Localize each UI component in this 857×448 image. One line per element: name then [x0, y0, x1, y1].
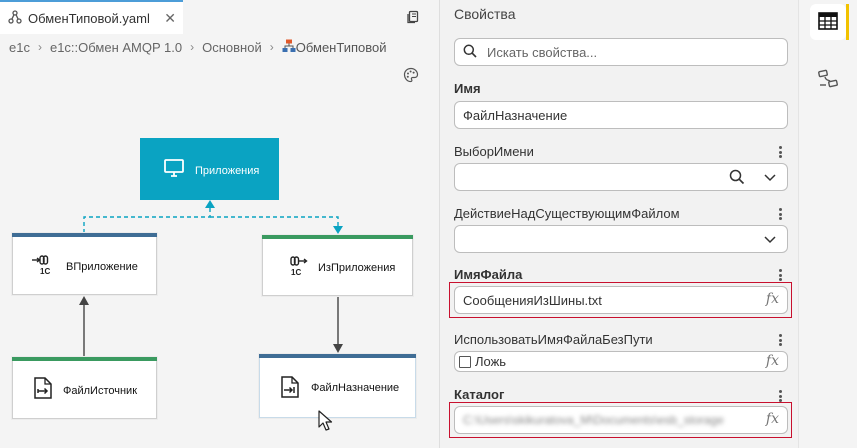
chevron-down-icon[interactable]	[763, 232, 777, 249]
kebab-menu-icon[interactable]	[773, 268, 787, 282]
structure-icon	[817, 68, 839, 93]
1c-inbound-icon: 1С	[31, 254, 53, 279]
cursor-icon	[318, 410, 333, 431]
search-icon[interactable]	[729, 169, 745, 188]
edge-src-to-vpril	[79, 296, 89, 357]
usename-value: Ложь	[475, 354, 507, 369]
filename-field[interactable]: СообщенияИзШины.txt fx	[454, 286, 788, 314]
node-fajlistochnik[interactable]: ФайлИсточник	[12, 357, 157, 419]
usename-field[interactable]: Ложь fx	[454, 351, 788, 372]
monitor-icon	[164, 159, 184, 181]
catalog-label: Каталог	[454, 387, 505, 402]
edge-apps-to-izpril	[210, 216, 343, 234]
catalog-field[interactable]: C:\Users\skikuratova_M\Documents\esb_sto…	[454, 406, 788, 434]
node-bar	[12, 233, 157, 237]
node-label: ВПриложение	[66, 261, 138, 273]
node-fajlnaznachenie[interactable]: ФайлНазначение	[259, 354, 416, 418]
properties-view-button[interactable]	[810, 4, 849, 40]
node-label: ФайлИсточник	[63, 385, 138, 397]
search-icon	[463, 44, 477, 61]
search-input[interactable]	[485, 43, 765, 61]
logo-text: 1С	[40, 267, 50, 276]
diagram-editor: ОбменТиповой.yaml ✕ e1c › e1c::Обмен AMQ…	[0, 0, 439, 448]
choice-label: ВыборИмени	[454, 144, 534, 159]
filename-value: СообщенияИзШины.txt	[463, 292, 602, 308]
node-bar	[262, 235, 413, 239]
edge-apps-to-vpril	[83, 200, 215, 233]
kebab-menu-icon[interactable]	[773, 207, 787, 221]
checkbox[interactable]	[459, 355, 471, 368]
file-source-icon	[33, 377, 53, 402]
name-label: Имя	[454, 81, 481, 96]
kebab-menu-icon[interactable]	[773, 145, 787, 159]
logo-text: 1С	[291, 268, 301, 277]
chevron-down-icon[interactable]	[763, 170, 777, 187]
table-icon	[818, 11, 838, 33]
file-target-icon	[280, 376, 300, 401]
action-label: ДействиеНадСуществующимФайлом	[454, 206, 680, 221]
structure-view-button[interactable]	[810, 62, 846, 98]
edge-izpril-to-dst	[333, 297, 343, 353]
kebab-menu-icon[interactable]	[773, 333, 787, 347]
name-value: ФайлНазначение	[463, 107, 568, 123]
properties-panel: Свойства Имя ФайлНазначение ВыборИмени Д…	[439, 0, 798, 448]
node-izprilozheniya[interactable]: 1С ИзПриложения	[262, 235, 413, 296]
node-label: ФайлНазначение	[311, 382, 400, 394]
formula-icon[interactable]: fx	[766, 353, 779, 369]
right-rail	[798, 0, 857, 448]
formula-icon[interactable]: fx	[766, 291, 779, 307]
search-box[interactable]	[454, 38, 788, 66]
kebab-menu-icon[interactable]	[773, 389, 787, 403]
node-bar	[12, 357, 157, 361]
catalog-value: C:\Users\skikuratova_M\Documents\esb_sto…	[463, 413, 724, 427]
node-label: Приложения	[195, 165, 260, 177]
node-label: ИзПриложения	[318, 262, 396, 274]
choice-select[interactable]	[454, 163, 788, 191]
1c-outbound-icon: 1С	[288, 255, 310, 280]
formula-icon[interactable]: fx	[766, 411, 779, 427]
action-select[interactable]	[454, 225, 788, 253]
name-field[interactable]: ФайлНазначение	[454, 101, 788, 129]
node-vprilozhenie[interactable]: 1С ВПриложение	[12, 233, 157, 295]
filename-label: ИмяФайла	[454, 267, 523, 282]
node-prilozheniya[interactable]: Приложения	[140, 138, 279, 200]
usename-label: ИспользоватьИмяФайлаБезПути	[454, 332, 653, 347]
panel-title: Свойства	[454, 6, 516, 22]
node-bar	[259, 354, 416, 358]
